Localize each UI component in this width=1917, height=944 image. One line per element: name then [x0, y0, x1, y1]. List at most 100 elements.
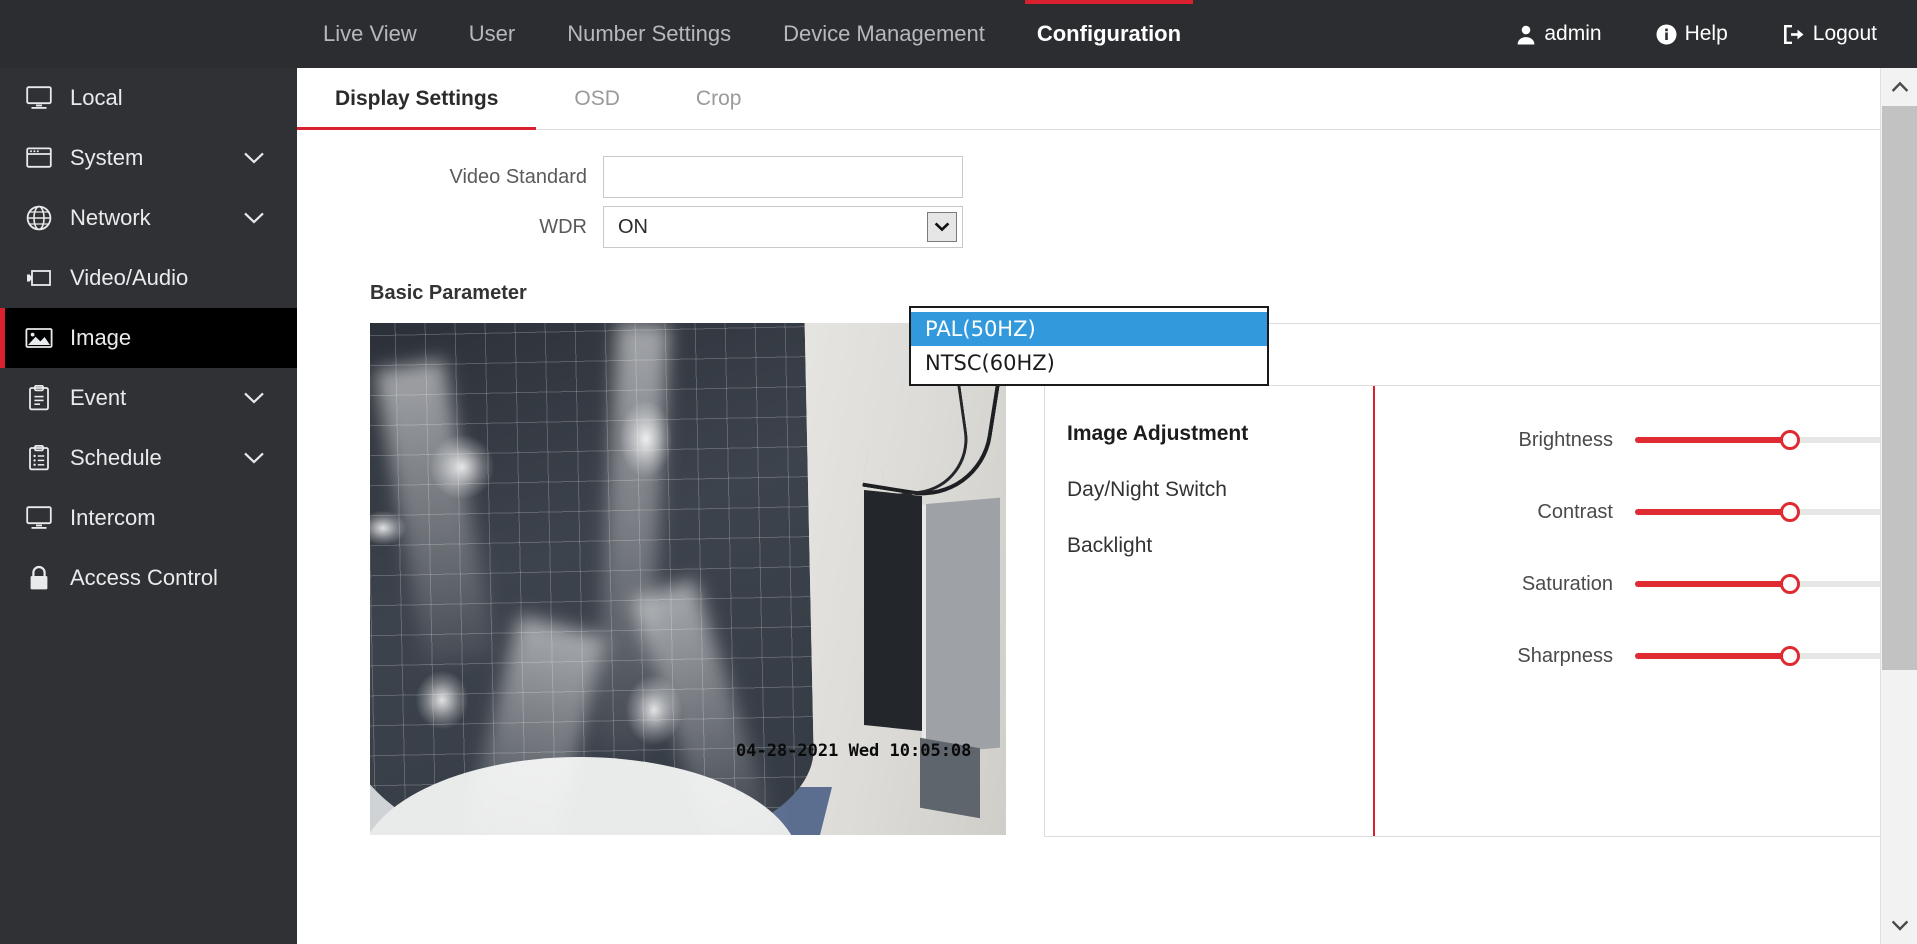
- slider-fill: [1635, 653, 1790, 659]
- sidebar-item-label: Access Control: [70, 565, 218, 590]
- slider-label-brightness: Brightness: [1518, 428, 1614, 451]
- slider-knob-contrast[interactable]: [1780, 502, 1800, 522]
- top-bar: Live View User Number Settings Device Manag…: [0, 0, 1917, 68]
- top-navigation: Live View User Number Settings Device Manag…: [297, 0, 1207, 68]
- topnav-item-configuration[interactable]: Configuration: [1011, 0, 1207, 68]
- user-account-button[interactable]: admin: [1516, 22, 1602, 46]
- wdr-select-value[interactable]: ON: [603, 206, 963, 248]
- preview-monitor-back: [922, 497, 1000, 755]
- slider-knob-sharpness[interactable]: [1780, 646, 1800, 666]
- sidebar-item-access-control[interactable]: Access Control: [0, 548, 297, 608]
- tab-display-settings[interactable]: Display Settings: [297, 68, 537, 130]
- adjustment-category-list: Image Adjustment Day/Night Switch Backligh…: [1045, 386, 1375, 836]
- slider-knob-brightness[interactable]: [1780, 430, 1800, 450]
- video-standard-select[interactable]: [603, 156, 963, 198]
- preview-timestamp: 04-28-2021 Wed 10:05:08: [736, 741, 972, 761]
- slider-track-contrast[interactable]: [1635, 502, 1885, 522]
- slider-label-saturation: Saturation: [1521, 572, 1613, 595]
- display-settings-form: Video Standard WDR ON PAL(50HZ) NTSC(60HZ…: [297, 130, 1917, 386]
- topbar-left-spacer: [0, 0, 297, 68]
- adjustment-item-day-night-switch[interactable]: Day/Night Switch: [1045, 462, 1373, 518]
- slider-track-saturation[interactable]: [1635, 574, 1885, 594]
- topnav-item-user[interactable]: User: [443, 0, 541, 68]
- dropdown-option-ntsc-60hz-[interactable]: NTSC(60HZ): [911, 346, 1267, 380]
- sidebar-item-label: Image: [70, 325, 132, 350]
- adjustment-sliders: Brightness Contrast Saturation Sharpness: [1375, 386, 1917, 836]
- sidebar-item-label: Network: [70, 205, 151, 230]
- panel-body: Image Adjustment Day/Night Switch Backligh…: [1045, 386, 1917, 836]
- slider-track-sharpness[interactable]: [1635, 646, 1885, 666]
- wdr-label: WDR: [539, 215, 587, 238]
- slider-track-brightness[interactable]: [1635, 430, 1885, 450]
- sidebar-item-schedule[interactable]: Schedule: [0, 428, 297, 488]
- slider-fill: [1635, 509, 1790, 515]
- basic-parameter-panels: 04-28-2021 Wed 10:05:08 Default Image Ad…: [297, 323, 1917, 837]
- logout-label: Logout: [1812, 22, 1877, 45]
- sidebar-item-video-audio[interactable]: Video/Audio: [0, 248, 297, 308]
- logout-icon: [1782, 24, 1805, 45]
- chevron-down-icon[interactable]: [927, 212, 957, 242]
- slider-row-sharpness: Sharpness: [1375, 626, 1917, 686]
- topbar-actions: admin Help Logout: [1516, 0, 1917, 68]
- slider-label-sharpness: Sharpness: [1517, 644, 1613, 667]
- vertical-scrollbar[interactable]: [1880, 68, 1917, 944]
- clipboard-icon: [22, 381, 56, 415]
- chevron-down-icon[interactable]: [243, 451, 265, 465]
- scroll-up-arrow-icon[interactable]: [1881, 68, 1917, 106]
- sidebar-item-event[interactable]: Event: [0, 368, 297, 428]
- slider-fill: [1635, 437, 1790, 443]
- adjustment-item-image-adjustment[interactable]: Image Adjustment: [1045, 406, 1373, 462]
- monitor-icon: [22, 501, 56, 535]
- tab-bar: Display Settings OSD Crop: [297, 68, 1917, 130]
- image-adjustment-panel: Default Image AdjustmentDay/Night Switch…: [1044, 323, 1917, 837]
- adjustment-item-backlight[interactable]: Backlight: [1045, 518, 1373, 574]
- preview-monitor-front: [864, 489, 922, 732]
- slider-knob-saturation[interactable]: [1780, 574, 1800, 594]
- sidebar: Local System Network Video/Audio Image Event S…: [0, 68, 297, 944]
- basic-parameter-title: Basic Parameter: [370, 282, 527, 304]
- scroll-down-arrow-icon[interactable]: [1881, 906, 1917, 944]
- logout-button[interactable]: Logout: [1782, 22, 1877, 46]
- tab-crop[interactable]: Crop: [658, 68, 780, 129]
- globe-icon: [22, 201, 56, 235]
- camera-preview[interactable]: 04-28-2021 Wed 10:05:08: [370, 323, 1006, 835]
- sidebar-item-system[interactable]: System: [0, 128, 297, 188]
- lock-icon: [22, 561, 56, 595]
- wdr-select[interactable]: ON: [603, 206, 963, 248]
- scrollbar-thumb[interactable]: [1882, 106, 1917, 670]
- chevron-down-icon[interactable]: [243, 151, 265, 165]
- monitor-icon: [22, 81, 56, 115]
- chevron-down-icon[interactable]: [243, 391, 265, 405]
- slider-row-saturation: Saturation: [1375, 554, 1917, 614]
- topnav-item-number-settings[interactable]: Number Settings: [541, 0, 757, 68]
- info-icon: [1656, 24, 1677, 45]
- content-area: Display Settings OSD Crop Video Standard W…: [297, 68, 1917, 944]
- sidebar-item-label: Event: [70, 385, 127, 410]
- window-icon: [22, 141, 56, 175]
- sidebar-item-label: Schedule: [70, 445, 162, 470]
- sidebar-item-image[interactable]: Image: [0, 308, 297, 368]
- slider-row-contrast: Contrast: [1375, 482, 1917, 542]
- help-button[interactable]: Help: [1656, 22, 1728, 46]
- video-standard-label: Video Standard: [449, 165, 587, 188]
- sidebar-item-label: Intercom: [70, 505, 156, 530]
- help-label: Help: [1684, 22, 1728, 45]
- slider-fill: [1635, 581, 1790, 587]
- schedule-list-icon: [22, 441, 56, 475]
- sidebar-item-intercom[interactable]: Intercom: [0, 488, 297, 548]
- video-camera-icon: [22, 261, 56, 295]
- sidebar-item-network[interactable]: Network: [0, 188, 297, 248]
- sidebar-item-label: Video/Audio: [70, 265, 189, 290]
- video-standard-select-box[interactable]: [603, 156, 963, 198]
- sidebar-item-local[interactable]: Local: [0, 68, 297, 128]
- tab-osd[interactable]: OSD: [536, 68, 658, 129]
- dropdown-option-pal-50hz-[interactable]: PAL(50HZ): [911, 312, 1267, 346]
- topnav-item-device-management[interactable]: Device Management: [757, 0, 1011, 68]
- user-label: admin: [1544, 22, 1602, 45]
- sidebar-item-label: Local: [70, 85, 123, 110]
- sidebar-item-label: System: [70, 145, 144, 170]
- slider-label-contrast: Contrast: [1537, 500, 1613, 523]
- video-standard-dropdown-list[interactable]: PAL(50HZ) NTSC(60HZ): [909, 306, 1269, 386]
- topnav-item-live-view[interactable]: Live View: [297, 0, 443, 68]
- chevron-down-icon[interactable]: [243, 211, 265, 225]
